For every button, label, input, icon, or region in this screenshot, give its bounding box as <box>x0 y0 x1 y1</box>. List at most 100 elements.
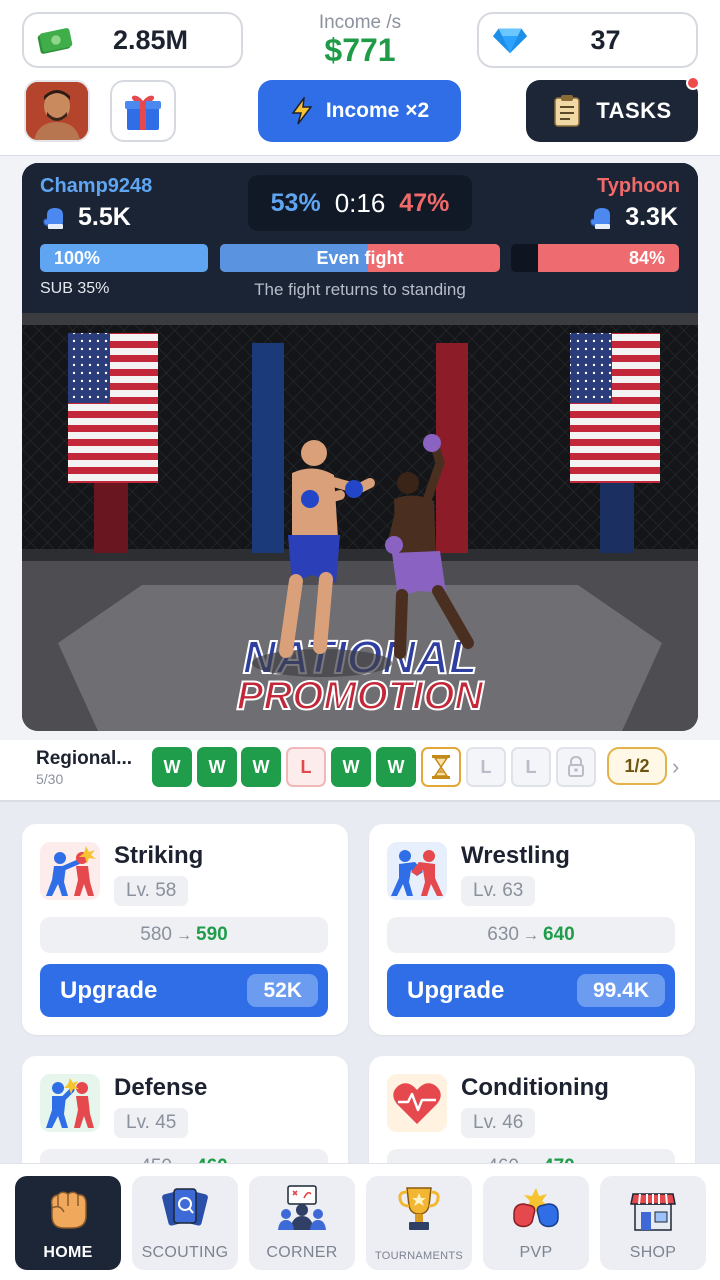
lightning-icon <box>291 97 313 125</box>
tasks-button[interactable]: TASKS <box>526 76 700 142</box>
wrestling-stat-change: 630 → 640 <box>387 917 675 953</box>
fight-result-win[interactable]: W <box>152 747 192 787</box>
conditioning-title: Conditioning <box>461 1074 609 1101</box>
nav-tournaments[interactable]: TOURNAMENTS <box>366 1176 472 1270</box>
fight-result-locked[interactable] <box>556 747 596 787</box>
bottom-navigation: HOME SCOUTING CORNER TOURNAMENTS PVP SHO… <box>0 1163 720 1280</box>
wrestling-card: Wrestling Lv. 63 630 → 640 Upgrade 99.4K <box>369 824 695 1035</box>
flag-right <box>570 333 660 483</box>
fist-icon <box>50 1191 87 1229</box>
glove-icon <box>43 207 63 229</box>
nav-pvp[interactable]: PVP <box>483 1176 589 1270</box>
shop-icon <box>630 1193 676 1231</box>
fight-result-win[interactable]: W <box>331 747 371 787</box>
conditioning-level: Lv. 46 <box>461 1108 536 1138</box>
fight-result-upcoming[interactable]: L <box>466 747 506 787</box>
defense-level: Lv. 45 <box>114 1108 189 1138</box>
fight-result-win[interactable]: W <box>241 747 281 787</box>
cash-counter[interactable]: 2.85M <box>22 12 243 68</box>
stat-current: 630 <box>487 924 519 945</box>
gift-button[interactable] <box>110 80 176 142</box>
player2-power: 3.3K <box>589 203 678 232</box>
nav-scouting[interactable]: SCOUTING <box>132 1176 238 1270</box>
arrow-right-icon: → <box>523 927 539 944</box>
nav-label: PVP <box>519 1244 553 1261</box>
player2-health-bar: 84% <box>511 244 679 272</box>
defense-title: Defense <box>114 1074 208 1101</box>
coach-icon <box>278 1185 326 1230</box>
heart-icon <box>387 1074 447 1132</box>
player1-percent: 53% <box>270 188 321 217</box>
stat-next: 590 <box>196 924 228 945</box>
player1-name: Champ9248 <box>40 175 153 197</box>
income-label: Income /s <box>318 12 402 33</box>
income-value: $771 <box>324 32 396 68</box>
nav-label: CORNER <box>266 1244 338 1261</box>
income-boost-label: Income ×2 <box>325 99 430 122</box>
striking-upgrade-button[interactable]: Upgrade 52K <box>40 964 328 1017</box>
gem-counter[interactable]: 37 <box>477 12 698 68</box>
fight-arena-scene: NATIONAL PROMOTION <box>22 313 698 731</box>
stat-current: 580 <box>140 924 172 945</box>
mat-logo-bottom: PROMOTION <box>237 674 485 718</box>
nav-shop[interactable]: SHOP <box>600 1176 706 1270</box>
fighter-avatar <box>26 82 88 140</box>
upgrade-cost: 52K <box>247 974 318 1007</box>
fight-event-text: The fight returns to standing <box>254 280 466 299</box>
round-timer: 0:16 <box>334 187 386 218</box>
player2-percent: 47% <box>399 188 450 217</box>
defense-icon <box>40 1074 100 1132</box>
cash-icon <box>37 28 73 54</box>
wrestling-level: Lv. 63 <box>461 876 536 906</box>
trophy-icon <box>398 1187 440 1230</box>
player1-power-value: 5.5K <box>78 203 131 231</box>
notification-dot <box>686 76 700 90</box>
glove-icon <box>590 207 611 229</box>
fight-result-upcoming[interactable]: L <box>511 747 551 787</box>
player1-health-bar: 100% <box>40 244 208 272</box>
player-avatar-button[interactable] <box>24 80 90 142</box>
stat-next: 640 <box>543 924 575 945</box>
diamond-icon <box>492 28 528 54</box>
balance-label: Even fight <box>316 248 404 268</box>
striking-card: Striking Lv. 58 580 → 590 Upgrade 52K <box>22 824 348 1035</box>
nav-label: SCOUTING <box>141 1244 229 1261</box>
income-per-second: Income /s $771 <box>260 12 460 69</box>
upgrade-cards: Striking Lv. 58 580 → 590 Upgrade 52K Wres… <box>0 800 720 1196</box>
arrow-right-icon: → <box>176 927 192 944</box>
nav-label: TOURNAMENTS <box>374 1250 464 1262</box>
nav-corner[interactable]: CORNER <box>249 1176 355 1270</box>
fight-result-win[interactable]: W <box>197 747 237 787</box>
striking-icon <box>40 842 100 900</box>
region-title: Regional... <box>36 748 133 769</box>
hourglass-icon <box>432 755 450 779</box>
player2-name: Typhoon <box>597 175 680 197</box>
upgrade-label: Upgrade <box>60 977 158 1004</box>
upgrade-cost: 99.4K <box>576 974 665 1007</box>
fight-result-pending[interactable] <box>421 747 461 787</box>
tasks-label: TASKS <box>596 98 672 123</box>
nav-label: SHOP <box>629 1244 677 1261</box>
striking-title: Striking <box>114 842 204 869</box>
lock-icon <box>568 756 584 777</box>
flag-left <box>68 333 158 483</box>
fight-balance-bar: Even fight <box>220 244 500 272</box>
nav-label: HOME <box>43 1244 93 1261</box>
striking-level: Lv. 58 <box>114 876 189 906</box>
gloves-icon <box>513 1188 559 1228</box>
cards-icon <box>162 1188 208 1226</box>
fight-score-box: 53% 0:16 47% <box>248 175 472 231</box>
wrestling-upgrade-button[interactable]: Upgrade 99.4K <box>387 964 675 1017</box>
regional-progress: Regional... 5/30 W W W L W W L L 1/2 › <box>0 740 720 800</box>
submission-chance: SUB 35% <box>40 280 110 297</box>
region-count: 5/30 <box>36 771 64 787</box>
income-boost-button[interactable]: Income ×2 <box>258 80 461 142</box>
fight-result-loss[interactable]: L <box>286 747 326 787</box>
nav-home[interactable]: HOME <box>15 1176 121 1270</box>
top-header: 2.85M Income /s $771 37 Income ×2 TASKS <box>0 0 720 156</box>
chevron-right-icon[interactable]: › <box>672 754 679 780</box>
gift-icon <box>125 95 161 130</box>
region-page-indicator[interactable]: 1/2 <box>607 747 667 785</box>
wrestling-icon <box>387 842 447 900</box>
fight-result-win[interactable]: W <box>376 747 416 787</box>
